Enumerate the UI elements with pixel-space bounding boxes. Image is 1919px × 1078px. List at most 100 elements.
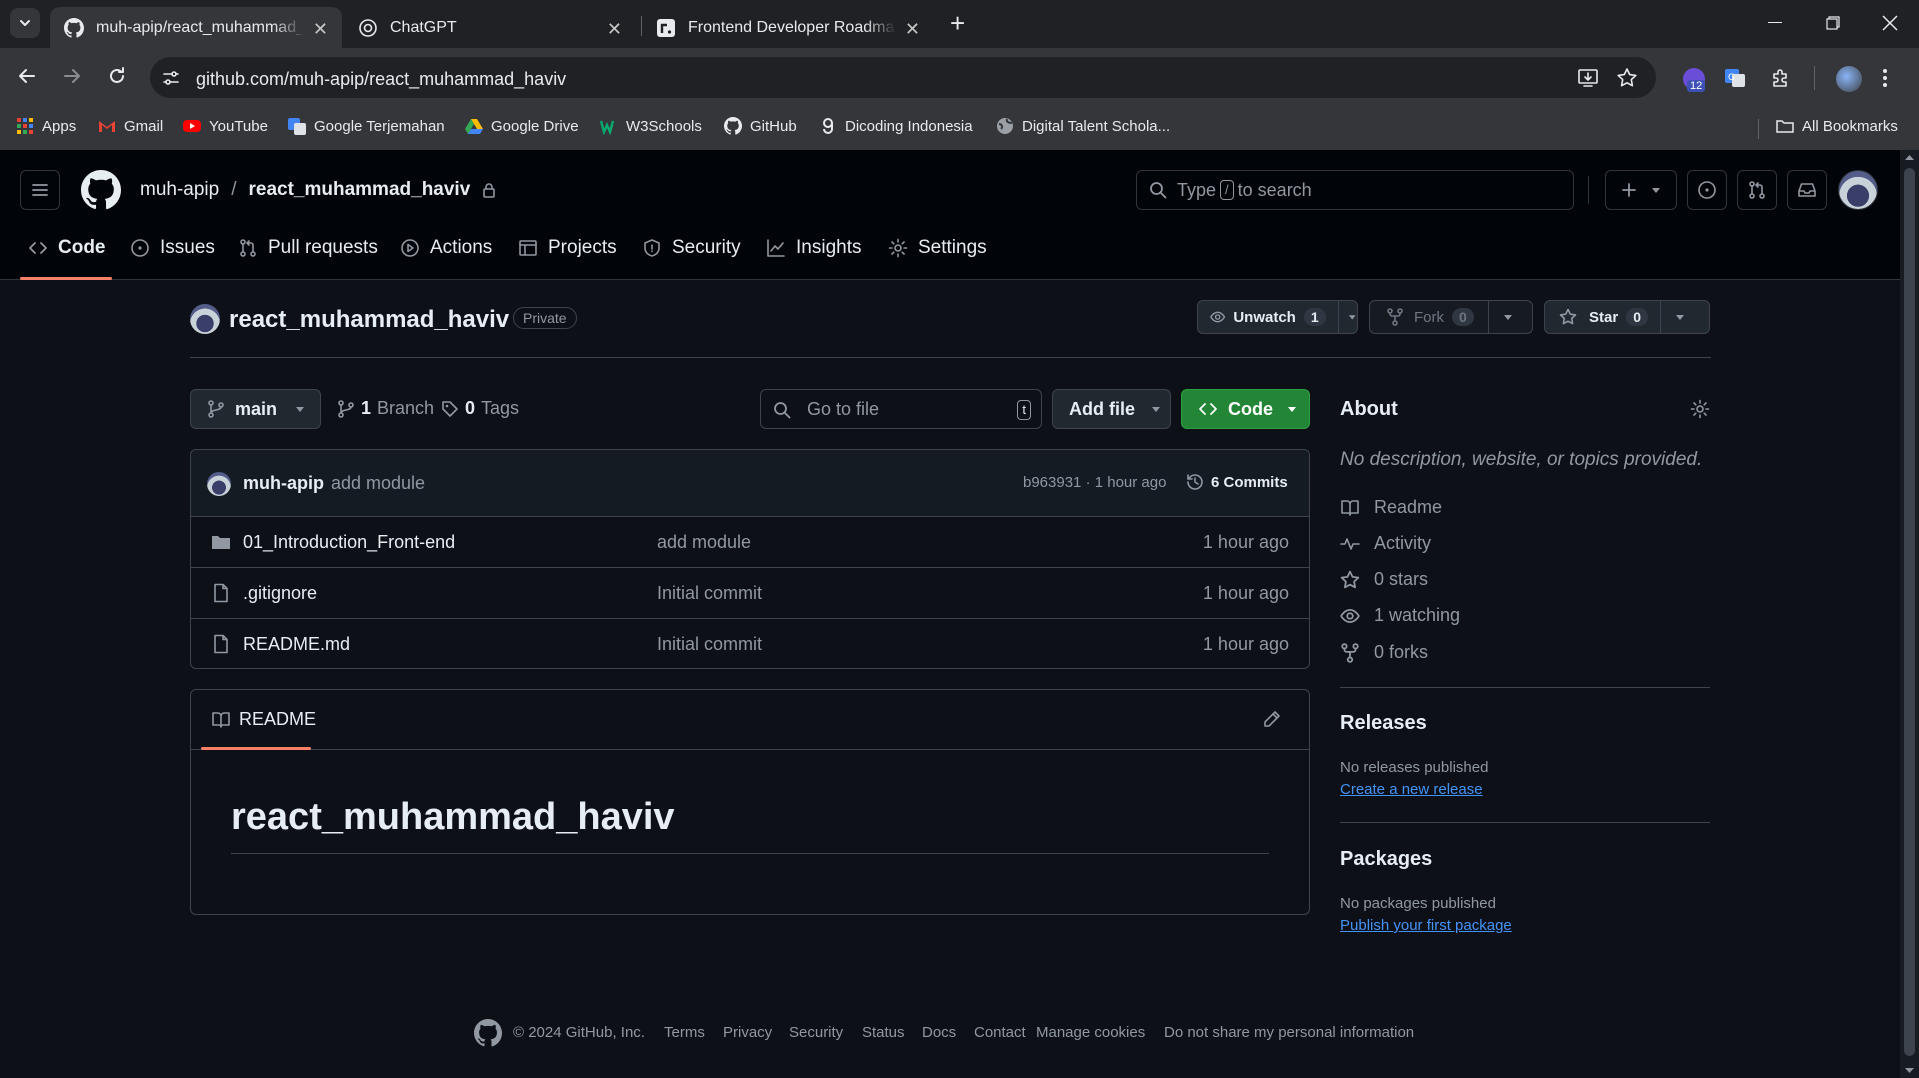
commit-message[interactable]: add module: [331, 473, 425, 494]
install-app-icon[interactable]: [1577, 67, 1599, 89]
about-readme-link[interactable]: Readme: [1340, 497, 1442, 518]
hamburger-menu-button[interactable]: [20, 170, 60, 210]
tab-security[interactable]: Security: [642, 237, 741, 259]
footer-contact-link[interactable]: Contact: [974, 1024, 1026, 1041]
file-commit-message[interactable]: Initial commit: [657, 634, 762, 655]
bookmark-gmail[interactable]: Gmail: [98, 117, 163, 135]
bookmark-w3schools[interactable]: W3Schools: [600, 117, 702, 135]
browser-tab-chatgpt[interactable]: ChatGPT ✕: [344, 7, 636, 48]
create-release-link[interactable]: Create a new release: [1340, 781, 1483, 798]
minimize-button[interactable]: [1768, 22, 1782, 23]
about-stars-link[interactable]: 0 stars: [1340, 569, 1428, 590]
browser-tab-roadmap[interactable]: Frontend Developer Roadmap: W ✕: [642, 7, 934, 48]
bookmark-google-translate[interactable]: Google Terjemahan: [288, 117, 445, 135]
inbox-button[interactable]: [1787, 170, 1827, 210]
new-tab-button[interactable]: +: [950, 8, 965, 39]
go-to-file-input[interactable]: Go to file t: [760, 389, 1042, 429]
scrollbar-thumb[interactable]: [1904, 168, 1915, 1056]
bookmark-apps[interactable]: Apps: [16, 117, 76, 135]
search-input[interactable]: Type / to search: [1136, 170, 1574, 210]
file-name[interactable]: .gitignore: [243, 583, 317, 604]
more-menu-icon[interactable]: [1882, 67, 1888, 89]
commits-link[interactable]: 6 Commits: [1185, 472, 1288, 492]
github-footer-logo-icon[interactable]: [474, 1019, 502, 1047]
footer-privacy-link[interactable]: Privacy: [723, 1024, 772, 1041]
about-activity-link[interactable]: Activity: [1340, 533, 1431, 554]
breadcrumb-repo[interactable]: react_muhammad_haviv: [249, 179, 471, 201]
code-button[interactable]: Code: [1181, 389, 1310, 429]
branches-link[interactable]: 1 Branch: [337, 398, 434, 419]
file-commit-message[interactable]: add module: [657, 532, 751, 553]
site-info-icon[interactable]: [161, 68, 181, 88]
create-new-button[interactable]: [1605, 170, 1677, 210]
branch-select-button[interactable]: main: [190, 389, 321, 429]
tab-actions[interactable]: Actions: [400, 237, 492, 259]
pull-requests-button[interactable]: [1737, 170, 1777, 210]
tab-pull-requests[interactable]: Pull requests: [238, 237, 378, 259]
file-name[interactable]: 01_Introduction_Front-end: [243, 532, 455, 553]
repo-title[interactable]: react_muhammad_haviv: [229, 306, 509, 334]
footer-manage-cookies-link[interactable]: Manage cookies: [1036, 1024, 1145, 1041]
unwatch-button[interactable]: Unwatch 1: [1197, 300, 1358, 334]
user-avatar[interactable]: [1838, 170, 1878, 210]
commit-author-avatar[interactable]: [207, 472, 231, 496]
commit-sha-time[interactable]: b963931 · 1 hour ago: [1023, 474, 1166, 491]
bookmark-youtube[interactable]: YouTube: [183, 117, 268, 135]
all-bookmarks[interactable]: All Bookmarks: [1776, 117, 1898, 135]
tab-insights[interactable]: Insights: [766, 237, 861, 259]
footer-docs-link[interactable]: Docs: [922, 1024, 956, 1041]
browser-tab-github[interactable]: muh-apip/react_muhammad_haviv ✕: [50, 7, 342, 48]
extensions-puzzle-icon[interactable]: [1770, 67, 1792, 89]
footer-do-not-share-link[interactable]: Do not share my personal information: [1164, 1024, 1414, 1041]
profile-avatar[interactable]: [1836, 66, 1862, 92]
bookmark-google-drive[interactable]: Google Drive: [465, 117, 579, 135]
file-name[interactable]: README.md: [243, 634, 350, 655]
reload-icon[interactable]: [106, 65, 128, 87]
breadcrumb-owner[interactable]: muh-apip: [140, 179, 219, 201]
bookmark-digital-talent[interactable]: Digital Talent Schola...: [996, 117, 1170, 135]
bookmark-github[interactable]: GitHub: [724, 117, 797, 135]
readme-tab[interactable]: README: [211, 709, 316, 730]
file-commit-message[interactable]: Initial commit: [657, 583, 762, 604]
repo-owner-avatar[interactable]: [190, 304, 220, 334]
file-row[interactable]: README.md Initial commit 1 hour ago: [191, 618, 1309, 669]
close-tab-icon[interactable]: ✕: [607, 19, 622, 40]
file-row[interactable]: .gitignore Initial commit 1 hour ago: [191, 567, 1309, 618]
tab-settings[interactable]: Settings: [888, 237, 987, 259]
scroll-down-arrow-icon[interactable]: [1900, 1064, 1919, 1078]
publish-package-link[interactable]: Publish your first package: [1340, 917, 1512, 934]
about-forks-link[interactable]: 0 forks: [1340, 642, 1428, 663]
commit-author[interactable]: muh-apip: [243, 473, 324, 494]
bookmark-dicoding[interactable]: Dicoding Indonesia: [819, 117, 973, 135]
star-button[interactable]: Star 0: [1544, 300, 1710, 334]
tab-search-button[interactable]: [10, 8, 40, 38]
gear-icon[interactable]: [1690, 399, 1710, 419]
triangle-down-icon[interactable]: [1503, 312, 1513, 322]
restore-button[interactable]: [1826, 16, 1840, 30]
tab-code[interactable]: Code: [28, 237, 106, 259]
translate-extension-icon[interactable]: G: [1724, 67, 1746, 89]
bookmark-star-icon[interactable]: [1616, 67, 1638, 89]
footer-security-link[interactable]: Security: [789, 1024, 843, 1041]
tab-issues[interactable]: Issues: [130, 237, 215, 259]
scroll-up-arrow-icon[interactable]: [1900, 150, 1919, 164]
footer-status-link[interactable]: Status: [862, 1024, 905, 1041]
releases-title[interactable]: Releases: [1340, 712, 1427, 735]
tags-link[interactable]: 0 Tags: [441, 398, 519, 419]
back-icon[interactable]: [16, 65, 38, 87]
add-file-button[interactable]: Add file: [1052, 389, 1171, 429]
close-tab-icon[interactable]: ✕: [313, 19, 328, 40]
file-row[interactable]: 01_Introduction_Front-end add module 1 h…: [191, 516, 1309, 567]
forward-icon[interactable]: [61, 65, 83, 87]
footer-terms-link[interactable]: Terms: [664, 1024, 705, 1041]
github-logo-icon[interactable]: [81, 170, 121, 210]
issues-button[interactable]: [1687, 170, 1727, 210]
packages-title[interactable]: Packages: [1340, 848, 1432, 871]
close-window-button[interactable]: [1882, 15, 1898, 31]
fork-button[interactable]: Fork 0: [1369, 300, 1533, 334]
tab-projects[interactable]: Projects: [518, 237, 617, 259]
triangle-down-icon[interactable]: [1348, 312, 1357, 322]
about-watching-link[interactable]: 1 watching: [1340, 605, 1460, 626]
triangle-down-icon[interactable]: [1675, 312, 1685, 322]
page-scrollbar[interactable]: [1900, 150, 1919, 1078]
